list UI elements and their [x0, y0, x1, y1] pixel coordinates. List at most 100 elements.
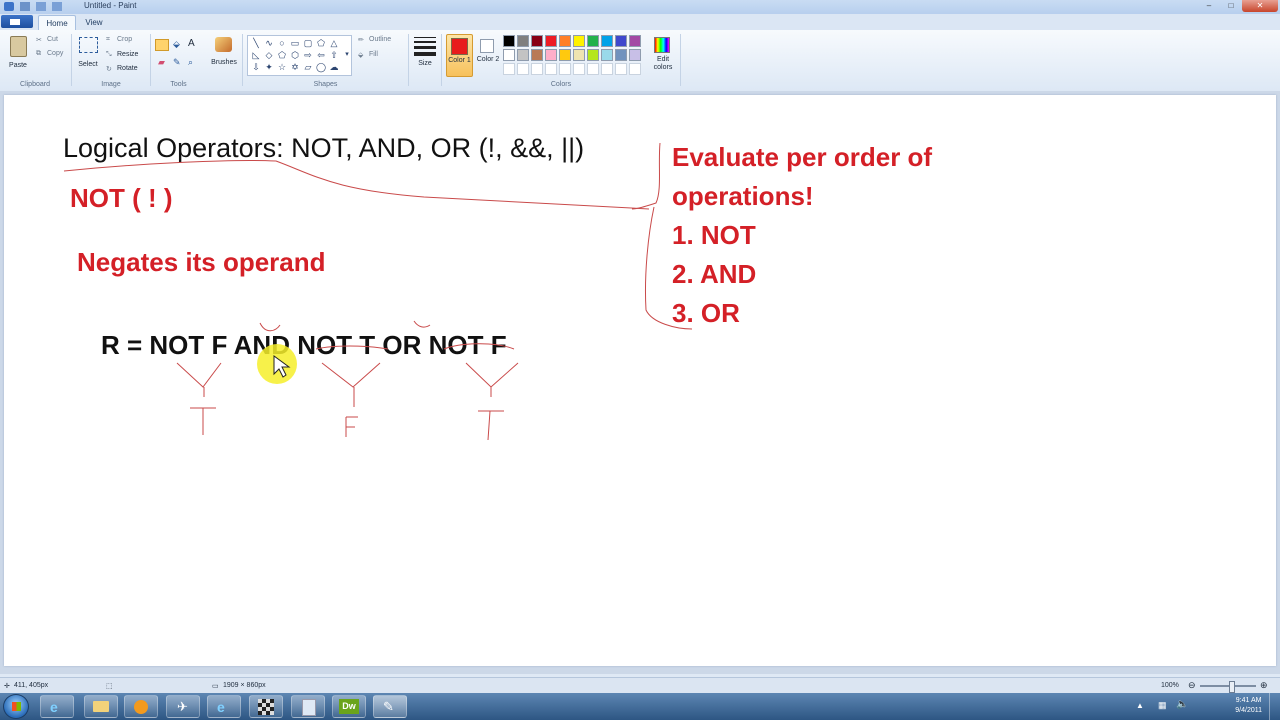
color-swatch[interactable] [629, 49, 641, 61]
callout-shape-icon[interactable]: ▱ [302, 62, 314, 72]
color2-button[interactable]: Color 2 [476, 34, 500, 77]
custom-color-slot[interactable] [587, 63, 599, 75]
five-point-star-shape-icon[interactable]: ☆ [276, 62, 288, 72]
save-icon[interactable] [20, 2, 30, 11]
redo-icon[interactable] [52, 2, 62, 11]
color-swatch[interactable] [587, 35, 599, 47]
zoom-slider-thumb[interactable] [1229, 681, 1235, 693]
custom-color-slot[interactable] [615, 63, 627, 75]
rounded-rectangle-shape-icon[interactable]: ▢ [302, 38, 314, 48]
polygon-shape-icon[interactable]: ⬠ [315, 38, 327, 48]
color-swatch[interactable] [531, 35, 543, 47]
six-point-star-shape-icon[interactable]: ✡ [289, 62, 301, 72]
color-swatch[interactable] [531, 49, 543, 61]
curve-shape-icon[interactable]: ∿ [263, 38, 275, 48]
dreamweaver-taskbar-button[interactable]: Dw [332, 695, 366, 718]
cut-button[interactable]: Cut [47, 36, 58, 43]
custom-color-slot[interactable] [503, 63, 515, 75]
paint-app-icon[interactable] [4, 2, 14, 11]
shapes-gallery[interactable]: ╲ ∿ ○ ▭ ▢ ⬠ △ ◺ ◇ ⬠ ⬡ ⇨ ⇦ ⇧ ⇩ ✦ ☆ ✡ ▱ ◯ … [247, 35, 352, 76]
zoom-out-button[interactable]: ⊖ [1188, 680, 1196, 691]
color-picker-icon[interactable]: ✎ [173, 57, 181, 68]
notepad-taskbar-button[interactable] [291, 695, 325, 718]
resize-button[interactable]: Resize [117, 51, 138, 58]
hexagon-shape-icon[interactable]: ⬡ [289, 50, 301, 60]
color-swatch[interactable] [559, 35, 571, 47]
close-button[interactable]: ✕ [1242, 0, 1278, 12]
color1-button[interactable]: Color 1 [446, 34, 473, 77]
crop-button[interactable]: Crop [117, 36, 132, 43]
size-button[interactable]: Size [412, 34, 438, 78]
custom-color-slot[interactable] [517, 63, 529, 75]
color-swatch[interactable] [615, 49, 627, 61]
oval-shape-icon[interactable]: ○ [276, 38, 288, 48]
custom-color-slot[interactable] [573, 63, 585, 75]
oval-callout-shape-icon[interactable]: ◯ [315, 62, 327, 72]
outline-button[interactable]: Outline [369, 36, 391, 43]
tab-view[interactable]: View [78, 15, 110, 30]
edit-colors-button[interactable]: Edit colors [650, 34, 676, 77]
undo-icon[interactable] [36, 2, 46, 11]
magnifier-icon[interactable]: ⌕ [188, 57, 193, 68]
color-swatch[interactable] [517, 35, 529, 47]
color-swatch[interactable] [545, 35, 557, 47]
color-swatch[interactable] [615, 35, 627, 47]
paint-taskbar-button[interactable]: ✎ [373, 695, 407, 718]
color-swatch[interactable] [559, 49, 571, 61]
media-player-taskbar-button[interactable] [124, 695, 158, 718]
color-swatch[interactable] [629, 35, 641, 47]
tab-home[interactable]: Home [38, 15, 76, 31]
eraser-icon[interactable]: ▰ [158, 57, 165, 68]
custom-color-slot[interactable] [629, 63, 641, 75]
paint-menu-button[interactable] [1, 15, 33, 28]
color-swatch[interactable] [545, 49, 557, 61]
fill-button[interactable]: Fill [369, 51, 378, 58]
pencil-tool[interactable] [155, 39, 169, 51]
color-swatch[interactable] [503, 35, 515, 47]
zoom-slider[interactable] [1200, 681, 1256, 693]
custom-color-slot[interactable] [545, 63, 557, 75]
system-clock[interactable]: 9:41 AM 9/4/2011 [1235, 696, 1262, 716]
right-triangle-shape-icon[interactable]: ◺ [250, 50, 262, 60]
copy-button[interactable]: Copy [47, 50, 63, 57]
color-swatch[interactable] [573, 49, 585, 61]
internet-explorer-taskbar-button[interactable]: e [40, 695, 74, 718]
chevron-down-icon[interactable]: ▾ [341, 50, 353, 60]
color-swatch[interactable] [517, 49, 529, 61]
pentagon-shape-icon[interactable]: ⬠ [276, 50, 288, 60]
select-button[interactable]: Select [76, 34, 100, 78]
maximize-button[interactable]: □ [1220, 0, 1242, 12]
zoom-in-button[interactable]: ⊕ [1260, 680, 1268, 691]
volume-icon[interactable]: 🔈 [1176, 699, 1188, 710]
checker-app-taskbar-button[interactable] [249, 695, 283, 718]
brushes-button[interactable]: Brushes [209, 34, 239, 78]
color-swatch[interactable] [503, 49, 515, 61]
right-arrow-shape-icon[interactable]: ⇨ [302, 50, 314, 60]
triangle-shape-icon[interactable]: △ [328, 38, 340, 48]
minimize-button[interactable]: – [1198, 0, 1220, 12]
color-swatch[interactable] [573, 35, 585, 47]
text-icon[interactable]: A [188, 38, 195, 49]
rotate-button[interactable]: Rotate [117, 65, 138, 72]
up-arrow-shape-icon[interactable]: ⇧ [328, 50, 340, 60]
start-button[interactable] [3, 694, 29, 719]
drawing-canvas[interactable]: Logical Operators: NOT, AND, OR (!, &&, … [4, 95, 1276, 666]
fill-icon[interactable]: ⬙ [173, 39, 180, 50]
tools-taskbar-button[interactable]: ✈ [166, 695, 200, 718]
color-swatch[interactable] [601, 35, 613, 47]
color-swatch[interactable] [587, 49, 599, 61]
left-arrow-shape-icon[interactable]: ⇦ [315, 50, 327, 60]
line-shape-icon[interactable]: ╲ [250, 38, 262, 48]
show-desktop-button[interactable] [1269, 693, 1280, 720]
paste-button[interactable]: Paste [6, 34, 30, 78]
network-icon[interactable]: ▦ [1158, 700, 1167, 711]
down-arrow-shape-icon[interactable]: ⇩ [250, 62, 262, 72]
four-point-star-shape-icon[interactable]: ✦ [263, 62, 275, 72]
custom-color-slot[interactable] [559, 63, 571, 75]
rectangle-shape-icon[interactable]: ▭ [289, 38, 301, 48]
tray-arrow-icon[interactable]: ▲ [1136, 701, 1144, 710]
cloud-callout-shape-icon[interactable]: ☁ [328, 62, 340, 72]
custom-color-slot[interactable] [601, 63, 613, 75]
internet-explorer-2-taskbar-button[interactable]: e [207, 695, 241, 718]
windows-explorer-taskbar-button[interactable] [84, 695, 118, 718]
